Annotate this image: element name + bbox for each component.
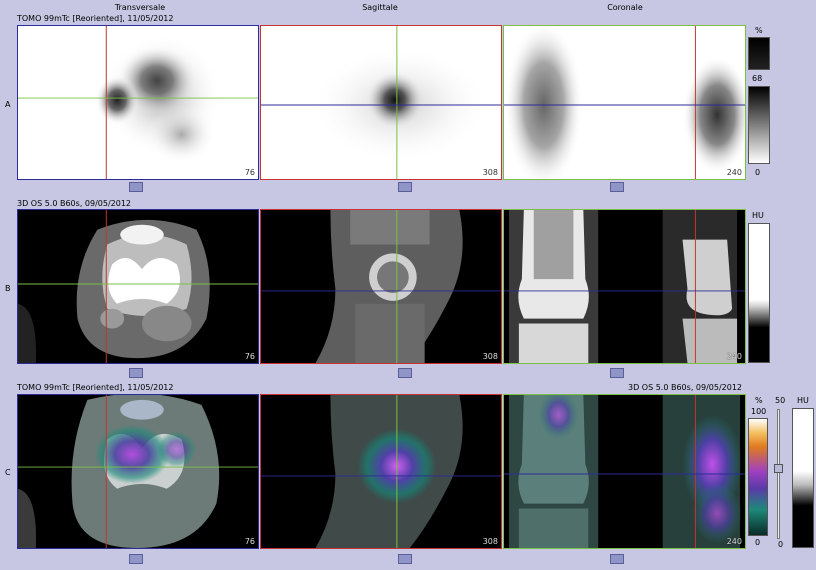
column-header-coronal: Coronale bbox=[607, 3, 643, 12]
hu-bar-b bbox=[748, 223, 770, 363]
ct-coronal-image bbox=[504, 210, 745, 363]
scrollbar-a-coronal[interactable] bbox=[503, 181, 746, 193]
slice-number: 240 bbox=[726, 352, 742, 361]
scrollbar-b-coronal[interactable] bbox=[503, 367, 746, 379]
scrollbar-thumb[interactable] bbox=[129, 368, 143, 378]
scale-c-min-percent: 0 bbox=[755, 538, 761, 547]
grayscale-bar-a bbox=[748, 37, 770, 70]
viewport-b-transversal[interactable]: 76 bbox=[17, 209, 259, 364]
row-a-series-title: TOMO 99mTc [Reoriented], 11/05/2012 bbox=[17, 14, 174, 23]
slice-number: 240 bbox=[726, 537, 742, 546]
scale-b-unit: HU bbox=[752, 211, 764, 220]
column-header-sagittal: Sagittale bbox=[362, 3, 398, 12]
blend-slider-thumb[interactable] bbox=[774, 464, 783, 473]
scrollbar-thumb[interactable] bbox=[398, 554, 412, 564]
slice-number: 240 bbox=[726, 168, 742, 177]
viewport-a-coronal[interactable]: 240 bbox=[503, 25, 746, 180]
row-a-label: A bbox=[5, 100, 11, 109]
spect-coronal-image bbox=[504, 26, 745, 179]
scrollbar-thumb[interactable] bbox=[398, 368, 412, 378]
scrollbar-thumb[interactable] bbox=[610, 368, 624, 378]
scale-a-mid: 68 bbox=[752, 74, 763, 83]
scrollbar-thumb[interactable] bbox=[129, 554, 143, 564]
blend-slider-track[interactable] bbox=[777, 409, 780, 539]
slice-number: 308 bbox=[482, 168, 498, 177]
viewport-a-sagittal[interactable]: 308 bbox=[260, 25, 502, 180]
ct-sagittal-image bbox=[261, 210, 501, 363]
scale-c-max-percent: 100 bbox=[751, 407, 767, 416]
viewport-b-sagittal[interactable]: 308 bbox=[260, 209, 502, 364]
column-header-transversal: Transversale bbox=[114, 3, 166, 12]
row-c-series-title-left: TOMO 99mTc [Reoriented], 11/05/2012 bbox=[17, 383, 174, 392]
viewport-c-coronal[interactable]: 240 bbox=[503, 394, 746, 549]
slice-number: 76 bbox=[244, 537, 255, 546]
fusion-color-bar bbox=[748, 418, 768, 536]
scrollbar-a-transversal[interactable] bbox=[17, 181, 259, 193]
row-b-series-title: 3D OS 5.0 B60s, 09/05/2012 bbox=[17, 199, 132, 208]
row-c-label: C bbox=[5, 468, 11, 477]
scale-a-unit: % bbox=[755, 26, 763, 35]
scale-c-unit-hu: HU bbox=[797, 396, 809, 405]
slice-number: 76 bbox=[244, 168, 255, 177]
ct-transversal-image bbox=[18, 210, 258, 363]
viewport-c-sagittal[interactable]: 308 bbox=[260, 394, 502, 549]
viewport-c-transversal[interactable]: 76 bbox=[17, 394, 259, 549]
grayscale-bar-a-lower bbox=[748, 86, 770, 164]
scrollbar-c-transversal[interactable] bbox=[17, 553, 259, 565]
blend-slider-min: 0 bbox=[778, 540, 784, 549]
row-c-series-title-right: 3D OS 5.0 B60s, 09/05/2012 bbox=[628, 383, 743, 392]
scrollbar-b-transversal[interactable] bbox=[17, 367, 259, 379]
fusion-transversal-image bbox=[18, 395, 258, 548]
row-b-label: B bbox=[5, 284, 11, 293]
viewport-b-coronal[interactable]: 240 bbox=[503, 209, 746, 364]
hu-bar-c bbox=[792, 408, 814, 548]
spect-sagittal-image bbox=[261, 26, 501, 179]
slice-number: 76 bbox=[244, 352, 255, 361]
viewport-a-transversal[interactable]: 76 bbox=[17, 25, 259, 180]
scrollbar-a-sagittal[interactable] bbox=[260, 181, 502, 193]
scrollbar-thumb[interactable] bbox=[129, 182, 143, 192]
slice-number: 308 bbox=[482, 352, 498, 361]
blend-slider-max: 50 bbox=[775, 396, 786, 405]
fusion-coronal-image bbox=[504, 395, 745, 548]
scale-a-min: 0 bbox=[755, 168, 761, 177]
fusion-sagittal-image bbox=[261, 395, 501, 548]
spect-transversal-image bbox=[18, 26, 258, 179]
slice-number: 308 bbox=[482, 537, 498, 546]
scrollbar-c-sagittal[interactable] bbox=[260, 553, 502, 565]
scale-c-unit-percent: % bbox=[755, 396, 763, 405]
scrollbar-thumb[interactable] bbox=[610, 182, 624, 192]
scrollbar-c-coronal[interactable] bbox=[503, 553, 746, 565]
scrollbar-thumb[interactable] bbox=[398, 182, 412, 192]
scrollbar-b-sagittal[interactable] bbox=[260, 367, 502, 379]
scrollbar-thumb[interactable] bbox=[610, 554, 624, 564]
